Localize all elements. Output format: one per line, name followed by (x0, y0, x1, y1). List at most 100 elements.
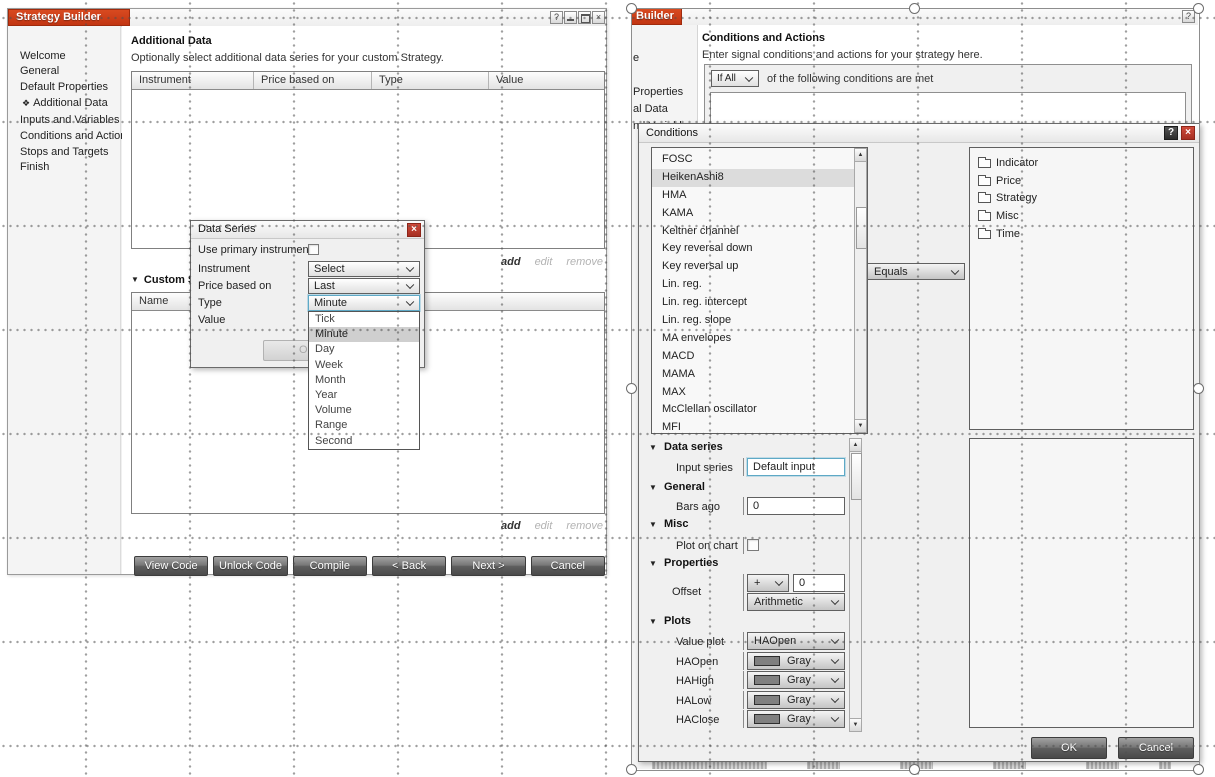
list-item[interactable]: Key reversal down (652, 240, 854, 258)
remove-link[interactable]: remove (566, 520, 603, 532)
scroll-down-icon[interactable]: ▼ (850, 718, 861, 731)
section-plots[interactable]: Plots (664, 615, 691, 627)
list-item[interactable]: MFI (652, 419, 854, 433)
type-option[interactable]: Year (309, 388, 419, 403)
sidebar-item-welcome[interactable]: Welcome (8, 49, 120, 64)
dialog-titlebar[interactable]: Conditions ? × (639, 124, 1199, 143)
sidebar-item-stops-targets[interactable]: Stops and Targets (8, 145, 120, 160)
add-link[interactable]: add (501, 520, 521, 532)
maximize-button[interactable] (578, 11, 591, 24)
use-primary-checkbox[interactable] (308, 244, 319, 255)
collapse-icon[interactable]: ▼ (649, 559, 657, 568)
type-option-selected[interactable]: Minute (309, 327, 419, 343)
collapse-icon[interactable]: ▼ (649, 443, 657, 452)
type-option[interactable]: Day (309, 342, 419, 357)
selection-handle[interactable] (1192, 763, 1204, 775)
scroll-thumb[interactable] (856, 207, 867, 249)
tree-item-price[interactable]: Price (970, 173, 1193, 191)
cancel-button[interactable]: Cancel (1118, 737, 1194, 759)
halow-color-select[interactable]: Gray (747, 691, 845, 709)
scroll-down-icon[interactable]: ▼ (855, 419, 866, 432)
unlock-code-button[interactable]: Unlock Code (213, 556, 288, 576)
titlebar[interactable]: Strategy Builder ? × (8, 9, 606, 27)
list-item[interactable]: Key reversal up (652, 258, 854, 276)
selection-handle[interactable] (625, 2, 637, 14)
type-option[interactable]: Tick (309, 312, 419, 327)
tree-item-strategy[interactable]: Strategy (970, 190, 1193, 208)
indicator-list[interactable]: FOSC HeikenAshi8 HMA KAMA Keltner channe… (651, 147, 868, 434)
tree-item-indicator[interactable]: Indicator (970, 155, 1193, 173)
offset-mode-select[interactable]: Arithmetic (747, 593, 845, 611)
type-option[interactable]: Volume (309, 403, 419, 418)
list-item[interactable]: Lin. reg. slope (652, 312, 854, 330)
value-plot-select[interactable]: HAOpen (747, 632, 845, 650)
price-based-on-select[interactable]: Last (308, 278, 420, 294)
compile-button[interactable]: Compile (292, 556, 367, 576)
selection-handle[interactable] (909, 2, 920, 14)
section-misc[interactable]: Misc (664, 518, 688, 530)
hahigh-color-select[interactable]: Gray (747, 671, 845, 689)
help-icon[interactable]: ? (1164, 126, 1178, 140)
view-code-button[interactable]: View Code (134, 556, 209, 576)
scroll-up-icon[interactable]: ▲ (850, 439, 861, 452)
type-option[interactable]: Week (309, 358, 419, 373)
close-icon[interactable]: × (407, 223, 421, 237)
property-grid-scrollbar[interactable]: ▲ ▼ (849, 438, 862, 732)
help-button[interactable]: ? (550, 11, 563, 24)
tree-item-time[interactable]: Time (970, 226, 1193, 244)
remove-link[interactable]: remove (566, 256, 603, 268)
type-option[interactable]: Month (309, 373, 419, 388)
ok-button[interactable]: OK (1031, 737, 1107, 759)
list-item[interactable]: MA envelopes (652, 330, 854, 348)
type-option[interactable]: Second (309, 434, 419, 449)
haclose-color-select[interactable]: Gray (747, 710, 845, 728)
sidebar-fragment[interactable]: e (633, 52, 639, 64)
back-button[interactable]: < Back (371, 556, 447, 576)
sidebar-item-inputs-variables[interactable]: Inputs and Variables (8, 112, 120, 129)
edit-link[interactable]: edit (535, 520, 553, 532)
add-link[interactable]: add (501, 256, 521, 268)
list-scrollbar[interactable]: ▲ ▼ (854, 148, 867, 433)
selection-handle[interactable] (625, 763, 637, 775)
plot-on-chart-checkbox[interactable] (747, 539, 759, 551)
collapse-icon[interactable]: ▼ (649, 520, 657, 529)
section-properties[interactable]: Properties (664, 557, 718, 569)
list-item[interactable]: Lin. reg. (652, 276, 854, 294)
section-data-series[interactable]: Data series (664, 441, 723, 453)
offset-value-field[interactable]: 0 (793, 574, 845, 592)
section-general[interactable]: General (664, 481, 705, 493)
list-item[interactable]: MAX (652, 384, 854, 402)
type-dropdown-list[interactable]: Tick Minute Day Week Month Year Volume R… (308, 311, 420, 450)
input-series-field[interactable]: Default input (747, 458, 845, 476)
list-item[interactable]: KAMA (652, 205, 854, 223)
sidebar-item-general[interactable]: General (8, 64, 120, 79)
type-select[interactable]: Minute (308, 295, 420, 311)
scroll-thumb[interactable] (851, 453, 862, 500)
sidebar-item-conditions-actions[interactable]: Conditions and Actions (8, 129, 132, 144)
selection-handle[interactable] (1192, 382, 1204, 394)
haopen-color-select[interactable]: Gray (747, 652, 845, 670)
sidebar-item-default-properties[interactable]: Default Properties (8, 80, 120, 95)
sidebar-fragment[interactable]: Properties (633, 86, 683, 98)
edit-link[interactable]: edit (535, 256, 553, 268)
list-item[interactable]: MAMA (652, 366, 854, 384)
sidebar-item-finish[interactable]: Finish (8, 160, 120, 175)
bars-ago-field[interactable]: 0 (747, 497, 845, 515)
category-tree[interactable]: Indicator Price Strategy Misc Time (969, 147, 1194, 430)
close-button[interactable]: × (592, 11, 605, 24)
selection-handle[interactable] (1192, 2, 1204, 14)
collapse-icon[interactable]: ▼ (649, 617, 657, 626)
list-item[interactable]: McClellan oscillator (652, 401, 854, 419)
dialog-titlebar[interactable]: Data Series × (191, 221, 424, 239)
list-item[interactable]: HMA (652, 187, 854, 205)
list-item[interactable]: Keltner channel (652, 223, 854, 241)
cancel-button[interactable]: Cancel (530, 556, 605, 576)
next-button[interactable]: Next > (451, 556, 526, 576)
list-item[interactable]: Lin. reg. intercept (652, 294, 854, 312)
instrument-select[interactable]: Select (308, 261, 420, 277)
selection-handle[interactable] (909, 763, 920, 775)
minimize-button[interactable] (564, 11, 577, 24)
help-button[interactable]: ? (1182, 10, 1195, 23)
offset-sign-select[interactable]: + (747, 574, 789, 592)
list-item[interactable]: FOSC (652, 151, 854, 169)
